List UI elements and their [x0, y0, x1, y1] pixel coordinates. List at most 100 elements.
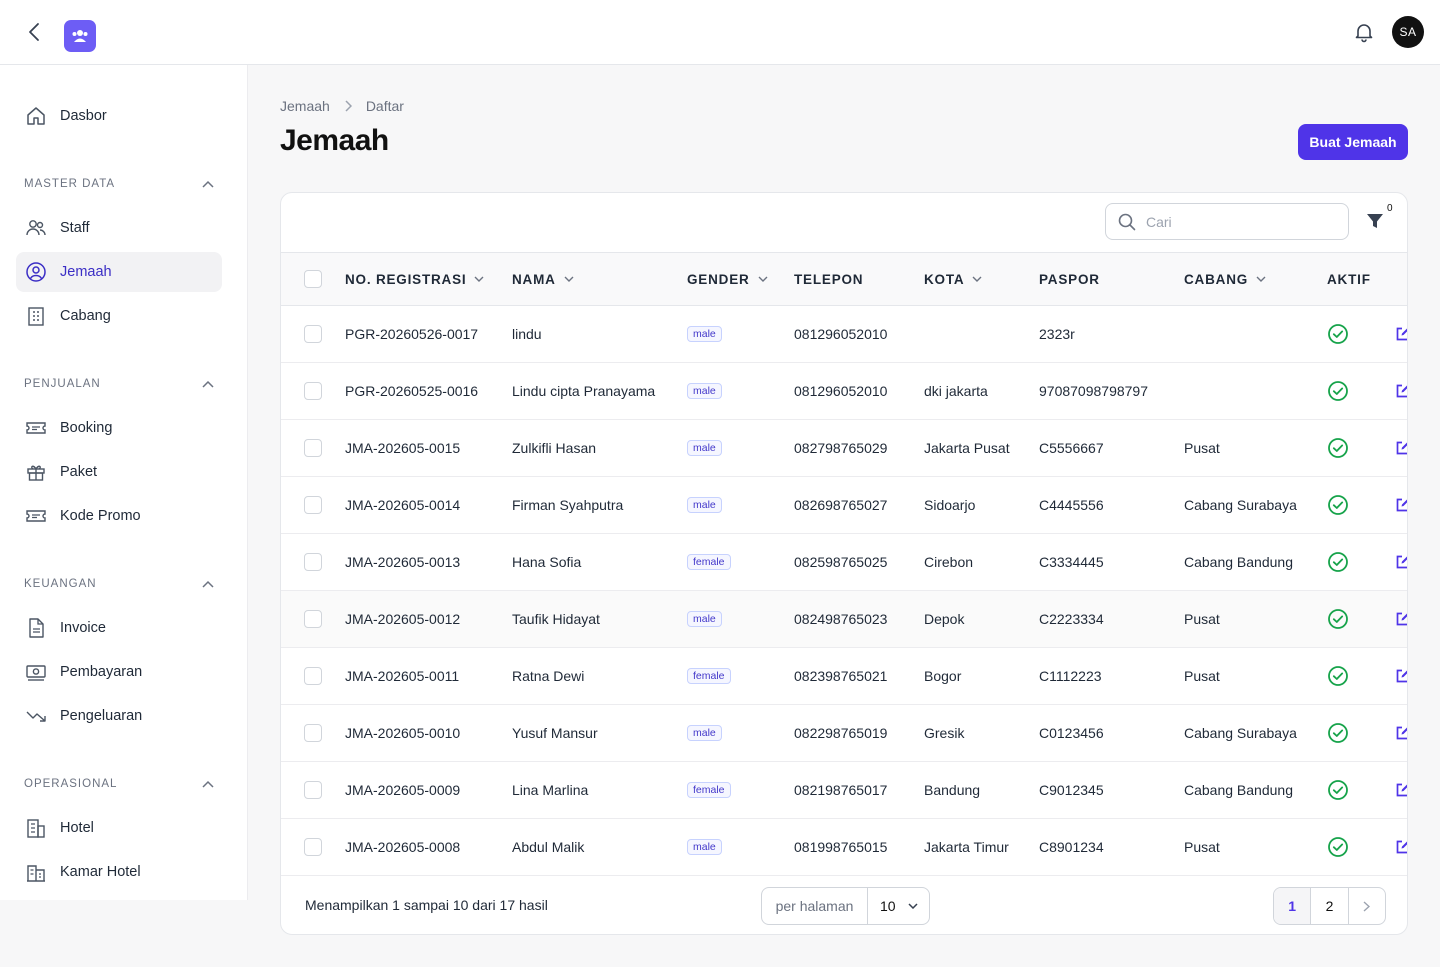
- sidebar-item-label: Paket: [60, 464, 98, 480]
- chevron-up-icon: [202, 380, 214, 388]
- sidebar-item-kamar-hotel[interactable]: Kamar Hotel: [16, 852, 222, 892]
- row-actions-cell: [1395, 591, 1407, 647]
- row-checkbox[interactable]: [304, 781, 322, 799]
- sidebar-item-invoice[interactable]: Invoice: [16, 608, 222, 648]
- edit-icon[interactable]: [1395, 497, 1407, 513]
- edit-icon[interactable]: [1395, 440, 1407, 456]
- sidebar-item-kode-promo[interactable]: Kode Promo: [16, 496, 222, 536]
- edit-icon[interactable]: [1395, 326, 1407, 342]
- row-checkbox[interactable]: [304, 838, 322, 856]
- edit-icon[interactable]: [1395, 554, 1407, 570]
- group-header-operasional[interactable]: OPERASIONAL: [24, 774, 214, 794]
- edit-icon[interactable]: [1395, 668, 1407, 684]
- next-page-button[interactable]: [1349, 888, 1385, 924]
- sidebar-item-pengeluaran[interactable]: Pengeluaran: [16, 696, 222, 736]
- table-row[interactable]: JMA-202605-0011 Ratna Dewi female 082398765…: [281, 648, 1407, 705]
- column-header-name[interactable]: NAMA: [512, 253, 574, 305]
- sidebar-item-hotel[interactable]: Hotel: [16, 808, 222, 848]
- breadcrumb: Jemaah Daftar: [280, 96, 404, 116]
- per-page-select[interactable]: 10: [868, 888, 929, 924]
- row-checkbox[interactable]: [304, 439, 322, 457]
- sidebar-item-label: Booking: [60, 420, 113, 436]
- app-logo[interactable]: [64, 20, 96, 52]
- edit-icon[interactable]: [1395, 782, 1407, 798]
- cell-phone: 081296052010: [794, 383, 888, 399]
- edit-icon[interactable]: [1395, 383, 1407, 399]
- cell-name: Taufik Hidayat: [512, 611, 600, 627]
- cell-branch: Cabang Surabaya: [1184, 497, 1297, 513]
- cell-passport: 2323r: [1039, 326, 1075, 342]
- cell-city: dki jakarta: [924, 383, 988, 399]
- cell-phone: 082198765017: [794, 782, 888, 798]
- sidebar-item-paket[interactable]: Paket: [16, 452, 222, 492]
- table-row[interactable]: PGR-20260526-0017 lindu male 081296052010 23…: [281, 306, 1407, 363]
- row-checkbox[interactable]: [304, 667, 322, 685]
- sidebar-item-staff[interactable]: Staff: [16, 208, 222, 248]
- notification-bell-icon[interactable]: [1352, 20, 1376, 44]
- search-box[interactable]: [1105, 203, 1349, 240]
- column-header-reg-no[interactable]: NO. REGISTRASI: [345, 253, 484, 305]
- table-row[interactable]: JMA-202605-0015 Zulkifli Hasan male 0827987…: [281, 420, 1407, 477]
- table-row[interactable]: JMA-202605-0012 Taufik Hidayat male 0824987…: [281, 591, 1407, 648]
- group-header-keuangan[interactable]: KEUANGAN: [24, 574, 214, 594]
- cell-gender: male: [687, 363, 722, 419]
- filter-count-badge: 0: [1387, 203, 1393, 214]
- cell-passport: 97087098798797: [1039, 383, 1149, 399]
- sidebar-item-pembayaran[interactable]: Pembayaran: [16, 652, 222, 692]
- breadcrumb-item-daftar: Daftar: [365, 98, 404, 114]
- group-header-master-data[interactable]: MASTER DATA: [24, 174, 214, 194]
- back-arrow-icon[interactable]: [24, 20, 46, 44]
- row-checkbox[interactable]: [304, 325, 322, 343]
- cell-active: [1327, 591, 1349, 647]
- row-checkbox[interactable]: [304, 553, 322, 571]
- cell-phone: 082298765019: [794, 725, 888, 741]
- row-checkbox[interactable]: [304, 610, 322, 628]
- cell-reg-no: JMA-202605-0010: [345, 725, 461, 741]
- row-checkbox[interactable]: [304, 496, 322, 514]
- per-page-control: per halaman 10: [761, 887, 930, 925]
- table-row[interactable]: PGR-20260525-0016 Lindu cipta Pranayama ma…: [281, 363, 1407, 420]
- sidebar-item-dashboard[interactable]: Dasbor: [16, 96, 222, 136]
- check-circle-icon: [1328, 438, 1348, 458]
- edit-icon[interactable]: [1395, 725, 1407, 741]
- check-circle-icon: [1328, 324, 1348, 344]
- row-checkbox[interactable]: [304, 724, 322, 742]
- create-jemaah-button[interactable]: Buat Jemaah: [1298, 124, 1408, 160]
- table-row[interactable]: JMA-202605-0008 Abdul Malik male 0819987650…: [281, 819, 1407, 876]
- user-avatar[interactable]: SA: [1392, 16, 1424, 48]
- row-checkbox[interactable]: [304, 382, 322, 400]
- group-label: PENJUALAN: [24, 378, 101, 390]
- breadcrumb-item-jemaah[interactable]: Jemaah: [280, 98, 330, 114]
- cell-branch: Pusat: [1184, 839, 1220, 855]
- table-row[interactable]: JMA-202605-0014 Firman Syahputra male 08269…: [281, 477, 1407, 534]
- chevron-down-icon: [1256, 276, 1266, 282]
- edit-icon[interactable]: [1395, 839, 1407, 855]
- cell-active: [1327, 762, 1349, 818]
- sidebar-item-cabang[interactable]: Cabang: [16, 296, 222, 336]
- table-row[interactable]: JMA-202605-0009 Lina Marlina female 0821987…: [281, 762, 1407, 819]
- table-row[interactable]: JMA-202605-0013 Hana Sofia female 082598765…: [281, 534, 1407, 591]
- page-button-2[interactable]: 2: [1311, 888, 1349, 924]
- group-header-penjualan[interactable]: PENJUALAN: [24, 374, 214, 394]
- row-checkbox-cell: [304, 648, 322, 704]
- chevron-down-icon: [908, 903, 918, 909]
- edit-icon[interactable]: [1395, 611, 1407, 627]
- page-button-1[interactable]: 1: [1274, 888, 1312, 924]
- cell-branch: Pusat: [1184, 440, 1220, 456]
- column-label: PASPOR: [1039, 271, 1100, 287]
- column-header-city[interactable]: KOTA: [924, 253, 982, 305]
- check-circle-icon: [1328, 495, 1348, 515]
- select-all-checkbox[interactable]: [304, 270, 322, 288]
- check-circle-icon: [1328, 780, 1348, 800]
- column-label: NO. REGISTRASI: [345, 271, 467, 287]
- search-input[interactable]: [1146, 213, 1336, 230]
- sidebar-item-booking[interactable]: Booking: [16, 408, 222, 448]
- filter-icon[interactable]: [1365, 211, 1385, 231]
- cell-active: [1327, 363, 1349, 419]
- cell-passport: C1112223: [1039, 668, 1102, 684]
- column-header-branch[interactable]: CABANG: [1184, 253, 1266, 305]
- row-actions-cell: [1395, 420, 1407, 476]
- sidebar-item-jemaah[interactable]: Jemaah: [16, 252, 222, 292]
- column-header-gender[interactable]: GENDER: [687, 253, 768, 305]
- table-row[interactable]: JMA-202605-0010 Yusuf Mansur male 082298765…: [281, 705, 1407, 762]
